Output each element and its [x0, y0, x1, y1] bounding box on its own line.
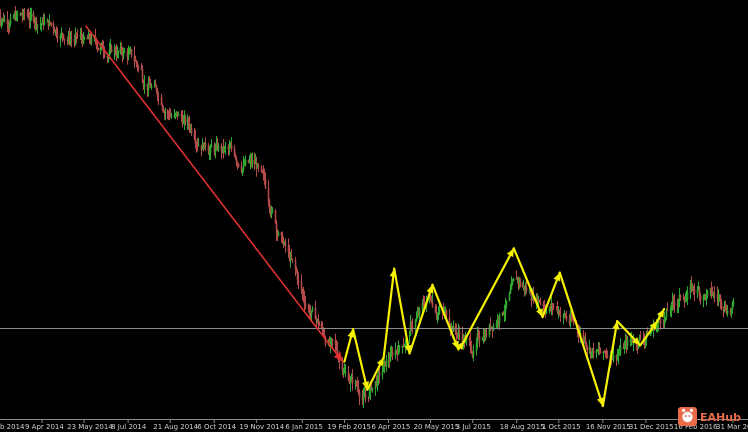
x-tick-label: 23 May 2014: [67, 423, 113, 431]
x-tick-label: 8 Jul 2014: [111, 423, 147, 431]
zigzag-segment: [601, 320, 619, 408]
zigzag-segment: [393, 267, 411, 355]
x-tick-label: 21 Aug 2014: [153, 423, 198, 431]
candles-layer: [0, 5, 735, 408]
eahub-logo-icon: [678, 407, 697, 426]
down-trend-arrow: [85, 25, 344, 363]
x-tick-label: 16 Nov 2015: [586, 423, 631, 431]
x-tick-label: 19 Nov 2014: [239, 423, 284, 431]
watermark: EAHub: [678, 407, 741, 426]
x-tick-label: 18 Aug 2015: [500, 423, 545, 431]
x-tick-label: 19 Feb 2015: [327, 423, 371, 431]
x-tick-label: 31 Dec 2015: [629, 423, 674, 431]
x-tick-label: 6 Apr 2015: [371, 423, 410, 431]
x-axis-ticks: 9 Apr 2014 23 May 20148 Jul 2014 21 Aug 20…: [25, 419, 748, 431]
x-tick-label: 9 Apr 2014: [25, 423, 64, 431]
x-tick-label: 1 Oct 2015: [542, 423, 581, 431]
x-tick-label: 20 May 2015: [414, 423, 460, 431]
x-tick-label: 6 Oct 2014: [197, 423, 236, 431]
trend-arrow-line: [85, 25, 344, 363]
x-tick-label: 3 Jul 2015: [456, 423, 491, 431]
zigzag-segment: [382, 267, 396, 359]
x-tick-label: 31 Mar 20: [716, 423, 748, 431]
x-tick-label-left-partial: b 2014: [0, 423, 25, 431]
zigzag-layer: [343, 247, 666, 408]
x-tick-label: 6 Jan 2015: [285, 423, 323, 431]
watermark-text: EAHub: [700, 411, 741, 424]
price-chart: 9 Apr 2014 23 May 20148 Jul 2014 21 Aug 20…: [0, 5, 748, 431]
zigzag-segment: [558, 271, 604, 408]
